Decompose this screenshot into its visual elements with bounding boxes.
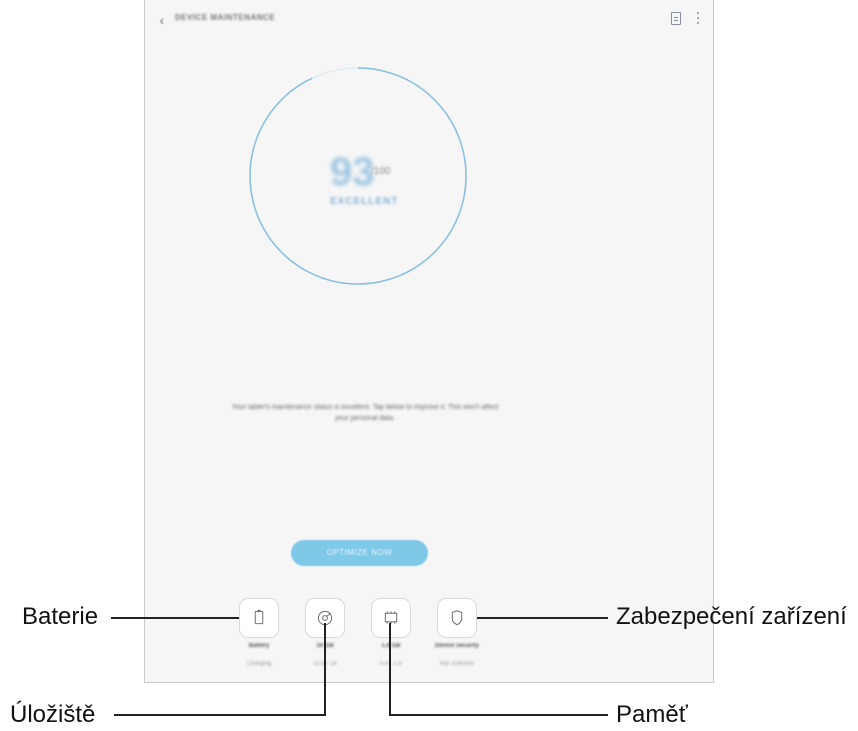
- security-leader-line: [477, 617, 608, 619]
- battery-leader-line: [111, 617, 239, 619]
- storage-leader-horizontal: [114, 714, 326, 716]
- report-icon[interactable]: [671, 12, 681, 25]
- security-tile-sub: Not scanned: [440, 661, 474, 667]
- security-tile[interactable]: [437, 598, 477, 638]
- callout-security: Zabezpečení zařízení: [616, 603, 847, 630]
- callout-memory: Paměť: [616, 701, 688, 728]
- optimize-now-button[interactable]: OPTIMIZE NOW: [291, 540, 428, 566]
- battery-icon: [254, 609, 264, 625]
- memory-tile-sub: 0.8 / 1.8: [380, 661, 402, 667]
- memory-chip-icon: [384, 611, 398, 624]
- battery-tile-sub: Charging: [246, 661, 272, 667]
- status-description: Your tablet's maintenance status is exce…: [231, 404, 499, 422]
- app-bar: ‹ DEVICE MAINTENANCE: [145, 0, 713, 40]
- callout-storage: Úložiště: [10, 701, 96, 728]
- page-title: DEVICE MAINTENANCE: [175, 13, 276, 22]
- memory-leader-horizontal: [389, 714, 608, 716]
- back-arrow-icon[interactable]: ‹: [155, 12, 169, 28]
- memory-leader-vertical: [389, 623, 391, 716]
- more-options-icon[interactable]: [697, 12, 700, 25]
- battery-tile-label: Battery: [248, 643, 270, 649]
- security-tile-label: Device security: [434, 643, 480, 649]
- callout-battery: Baterie: [22, 603, 99, 630]
- battery-tile[interactable]: [239, 598, 279, 638]
- status-label: EXCELLENT: [330, 196, 399, 207]
- score-max: /100: [371, 166, 391, 177]
- storage-leader-vertical: [324, 623, 326, 716]
- memory-tile-label: 1.8 GB: [381, 643, 401, 649]
- shield-icon: [451, 610, 463, 626]
- score-value: 93: [330, 150, 375, 194]
- memory-tile[interactable]: [371, 598, 411, 638]
